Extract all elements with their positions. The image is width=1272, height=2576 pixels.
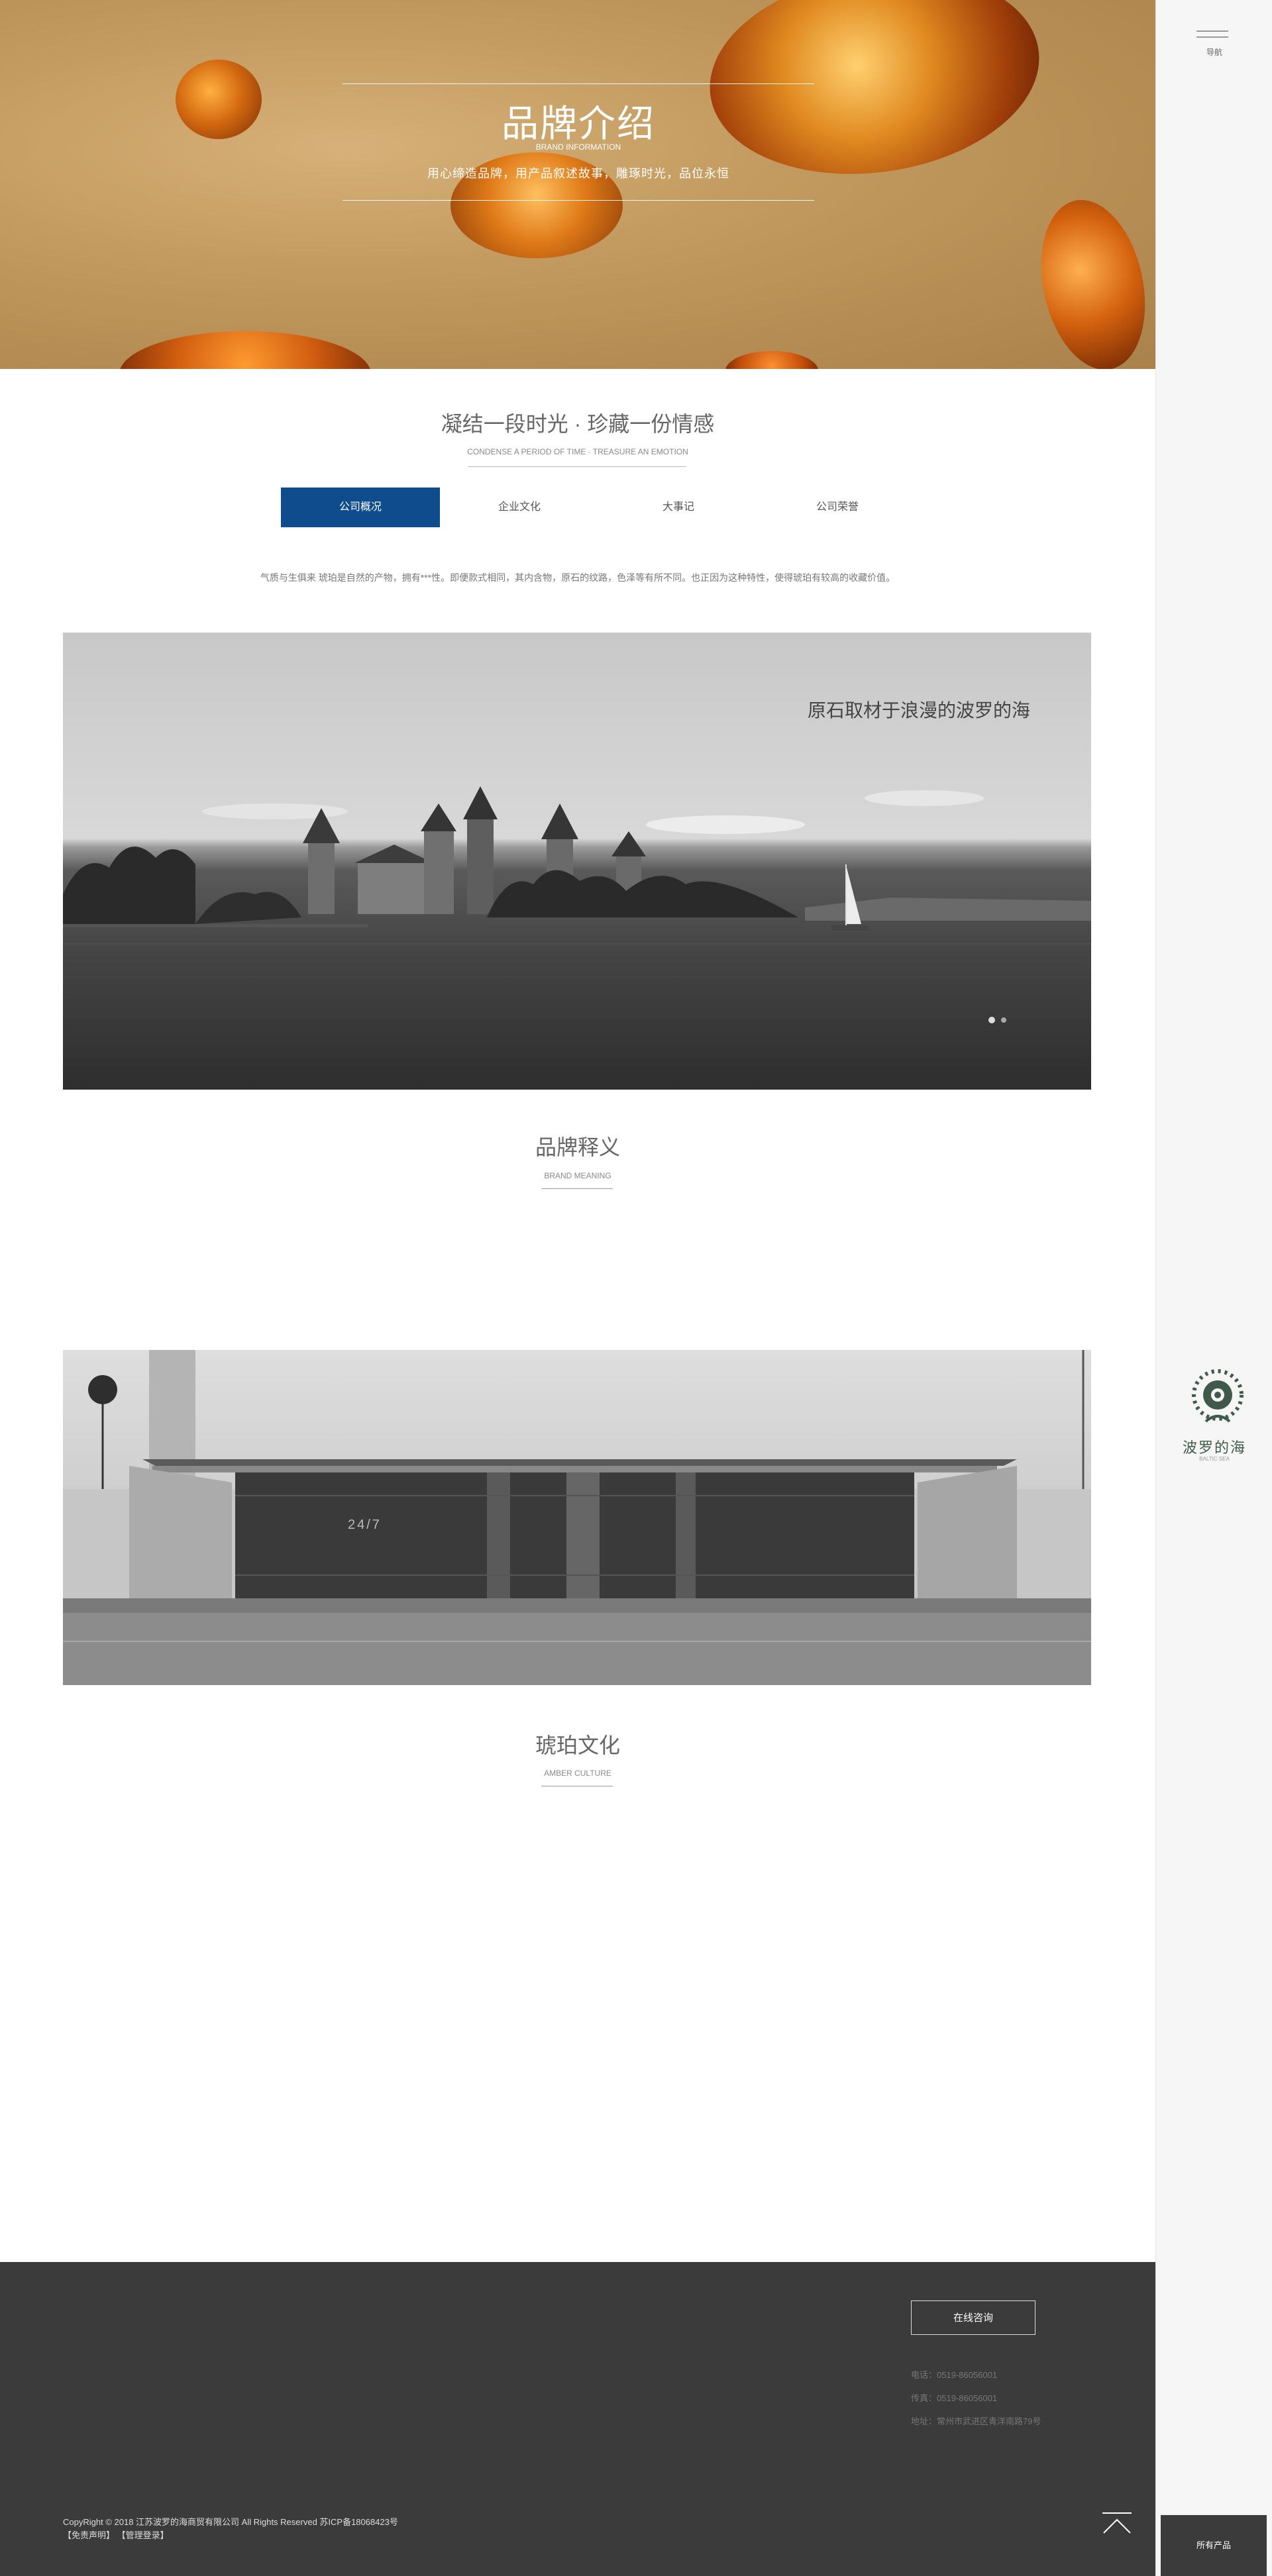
hero-banner: 品牌介绍 BRAND INFORMATION 用心缔造品牌，用产品叙述故事，雕琢…	[0, 0, 1155, 369]
castle-caption: 原石取材于浪漫的波罗的海	[807, 700, 1030, 721]
footer-copyright: CopyRight © 2018 江苏波罗的海商贸有限公司 All Rights…	[63, 2517, 398, 2527]
nav-label[interactable]: 导航	[1156, 46, 1272, 58]
company-description: 气质与生俱来 琥珀是自然的产物，拥有***性。即便款式相同，其内含物，原石的纹路…	[260, 572, 896, 583]
brand-meaning-divider	[541, 1188, 613, 1189]
amber-stone-image	[1026, 190, 1155, 369]
store-illustration	[63, 1350, 1091, 1685]
back-to-top-icon[interactable]	[1100, 2510, 1134, 2537]
footer-links[interactable]: 【免责声明】 【管理登录】	[63, 2528, 169, 2541]
footer-fax: 传真：0519-86056001	[911, 2393, 998, 2403]
hero-subtitle: BRAND INFORMATION	[535, 142, 621, 152]
amber-culture-subtitle: AMBER CULTURE	[544, 1769, 611, 1778]
footer-phone: 电话：0519-86056001	[911, 2370, 998, 2380]
all-products-button[interactable]: 所有产品	[1161, 2515, 1267, 2576]
hero-divider-top	[343, 83, 814, 84]
store-sign: 24/7	[348, 1518, 382, 1532]
right-sidebar: 导航 波罗的海 BALTIC SEA	[1155, 0, 1272, 2576]
hero-divider-bottom	[343, 200, 814, 201]
store-photo: 24/7	[63, 1350, 1091, 1685]
intro-subtitle: CONDENSE A PERIOD OF TIME · TREASURE AN …	[467, 447, 688, 456]
tab-honors[interactable]: 公司荣誉	[758, 488, 917, 527]
footer-address: 地址：常州市武进区青洋南路79号	[911, 2416, 1041, 2426]
intro-divider	[468, 466, 686, 467]
intro-title: 凝结一段时光 · 珍藏一份情感	[441, 412, 715, 436]
logo-icon	[1192, 1369, 1244, 1423]
tab-company-overview[interactable]: 公司概况	[281, 488, 440, 527]
logo-text: 波罗的海	[1182, 1439, 1246, 1456]
menu-icon[interactable]	[1196, 29, 1228, 48]
amber-stone-image	[119, 331, 371, 369]
brand-meaning-subtitle: BRAND MEANING	[544, 1171, 611, 1180]
online-consult-button[interactable]: 在线咨询	[911, 2300, 1035, 2335]
tab-corporate-culture[interactable]: 企业文化	[440, 488, 599, 527]
amber-stone-image	[176, 60, 262, 139]
logo-subtitle: BALTIC SEA	[1199, 1456, 1230, 1462]
tab-milestones[interactable]: 大事记	[599, 488, 758, 527]
main-content: 品牌介绍 BRAND INFORMATION 用心缔造品牌，用产品叙述故事，雕琢…	[0, 0, 1155, 2576]
amber-culture-title: 琥珀文化	[535, 1733, 620, 1757]
section-tabs: 公司概况 企业文化 大事记 公司荣誉	[281, 488, 917, 527]
amber-stone-image	[725, 351, 818, 369]
brand-meaning-title: 品牌释义	[535, 1135, 620, 1159]
hero-slogan: 用心缔造品牌，用产品叙述故事，雕琢时光，品位永恒	[427, 167, 729, 180]
castle-photo: 原石取材于浪漫的波罗的海	[63, 633, 1091, 1090]
slider-dot[interactable]	[988, 1017, 995, 1023]
slider-dot[interactable]	[1001, 1017, 1006, 1023]
footer: 在线咨询 电话：0519-86056001 传真：0519-86056001 地…	[0, 2262, 1155, 2576]
hero-title: 品牌介绍	[502, 103, 655, 144]
